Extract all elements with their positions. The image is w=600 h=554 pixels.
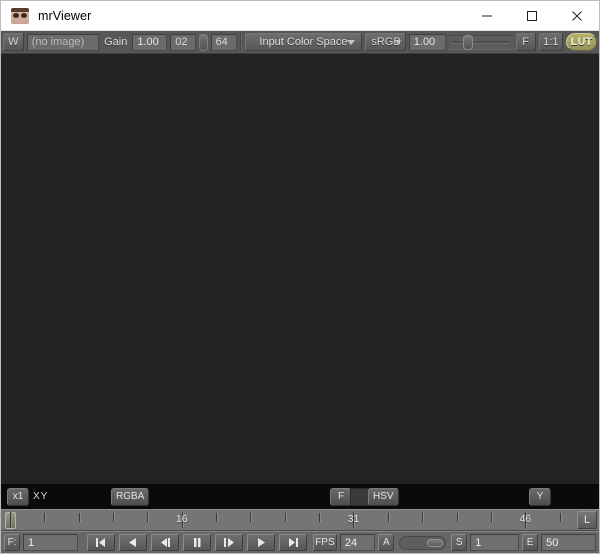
color-model-button[interactable]: HSV (368, 487, 399, 506)
transport-bar: F: 1 FPS 24 A S 1 E 50 (1, 531, 599, 553)
input-color-space-select[interactable]: Input Color Space (244, 33, 363, 51)
gamma-knob[interactable] (199, 33, 208, 51)
timeline-tick (147, 513, 149, 522)
current-frame-input[interactable]: 1 (23, 534, 78, 551)
timeline-tick (319, 513, 321, 522)
step-forward-button[interactable] (214, 534, 243, 551)
image-viewer-canvas[interactable] (1, 54, 599, 484)
timeline-tick (10, 512, 11, 528)
pixel-color-swatch (350, 487, 370, 506)
safe-area-button[interactable]: F (330, 487, 352, 506)
last-frame-button[interactable] (278, 534, 307, 551)
zoom-one-to-one-button[interactable]: 1:1 (538, 33, 563, 51)
wipe-button[interactable]: W (3, 33, 24, 51)
timeline-tick (456, 513, 458, 522)
play-backward-button[interactable] (118, 534, 147, 551)
playback-controls (86, 534, 307, 551)
info-bar: x1 XY RGBA F HSV Y (1, 484, 599, 509)
timeline-ruler[interactable]: 16 31 46 L (1, 509, 599, 531)
timeline-track[interactable]: 16 31 46 (1, 510, 577, 530)
fps-label: FPS (312, 534, 337, 551)
timeline-tick (44, 513, 46, 522)
mrviewer-window: mrViewer W (no image) Gain 1.00 02 64 In… (0, 0, 600, 554)
chevron-down-small-icon (394, 40, 401, 44)
maximize-button[interactable] (509, 1, 554, 30)
audio-label: A (378, 534, 395, 551)
minimize-button[interactable] (464, 1, 509, 30)
step-backward-button[interactable] (150, 534, 179, 551)
end-frame-label: E (522, 534, 539, 551)
timeline-frame-label: 16 (175, 513, 188, 525)
gamma-slider-thumb[interactable] (462, 34, 473, 50)
timeline-tick (78, 513, 80, 522)
window-title: mrViewer (38, 8, 92, 23)
timeline-tick (216, 513, 218, 522)
window-controls (464, 1, 599, 30)
zoom-factor-button[interactable]: x1 (7, 487, 29, 506)
fps-input[interactable]: 24 (339, 534, 376, 551)
timeline-tick (113, 513, 115, 522)
timeline-frame-label: 46 (519, 513, 532, 525)
app-eyes-icon (11, 7, 29, 24)
gain-label: Gain (104, 36, 128, 48)
srgb-select[interactable]: sRGB (365, 33, 406, 51)
input-color-space-label: Input Color Space (259, 36, 348, 48)
gamma-input[interactable]: 1.00 (408, 33, 446, 51)
timeline-tick (250, 513, 252, 522)
close-button[interactable] (554, 1, 599, 30)
fullscreen-button[interactable]: F (515, 33, 536, 51)
end-frame-input[interactable]: 50 (541, 534, 597, 551)
toolbar-divider (239, 33, 242, 51)
timeline-tick (422, 513, 424, 522)
pause-button[interactable] (182, 534, 211, 551)
chevron-down-icon (347, 39, 356, 45)
gain-input[interactable]: 1.00 (132, 33, 168, 51)
audio-volume-thumb[interactable] (427, 538, 444, 547)
timeline-tick (284, 513, 286, 522)
title-bar: mrViewer (1, 1, 599, 31)
clip-high-input[interactable]: 64 (210, 33, 237, 51)
timeline-tick (490, 513, 492, 522)
audio-volume-slider[interactable] (399, 535, 447, 550)
filename-field[interactable]: (no image) (26, 33, 100, 51)
top-toolbar: W (no image) Gain 1.00 02 64 Input Color… (1, 31, 599, 54)
luminance-button[interactable]: Y (529, 487, 551, 506)
frame-label: F: (4, 534, 20, 551)
clip-low-input[interactable]: 02 (170, 33, 197, 51)
gamma-slider[interactable] (448, 34, 513, 50)
timeline-frame-label: 31 (347, 513, 360, 525)
pixel-coordinates-label: XY (33, 491, 49, 502)
timeline-tick (387, 513, 389, 522)
first-frame-button[interactable] (86, 534, 115, 551)
channel-select-button[interactable]: RGBA (111, 487, 150, 506)
lut-button[interactable]: LUT (565, 33, 597, 51)
timeline-tick (559, 513, 561, 522)
play-forward-button[interactable] (246, 534, 275, 551)
timeline-lock-button[interactable]: L (577, 511, 597, 529)
start-frame-input[interactable]: 1 (470, 534, 520, 551)
start-frame-label: S (451, 534, 468, 551)
